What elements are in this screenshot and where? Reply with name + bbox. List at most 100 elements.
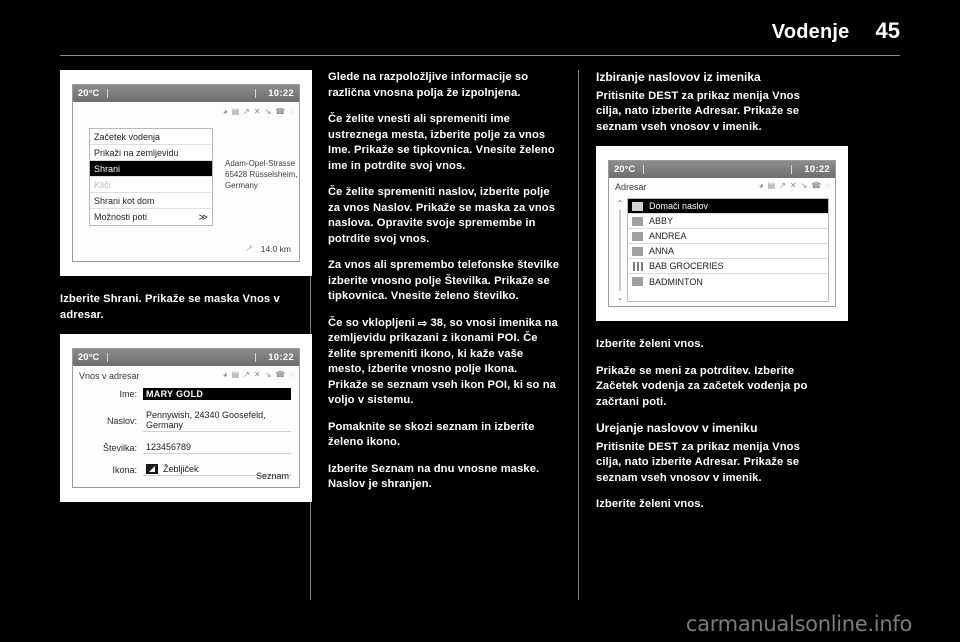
cassette-icon: ▤ (231, 370, 240, 379)
poi-pin-icon (146, 464, 158, 474)
list-item[interactable]: Domači naslov (628, 199, 828, 214)
status-temperature: 20°C (78, 352, 100, 363)
page-number: 45 (875, 18, 900, 43)
contact-icon (632, 246, 643, 256)
input-address[interactable]: Pennywish, 24340 Goosefeld, Germany (143, 409, 291, 432)
scroll-track[interactable] (619, 210, 621, 291)
scrollbar[interactable]: ⌃ ⌄ (613, 198, 627, 302)
list-item[interactable]: BAB GROCERIES (628, 259, 828, 274)
list-item-label: ANNA (649, 246, 675, 256)
list-item[interactable]: ABBY (628, 214, 828, 229)
right-column: Izbiranje naslovov iz imenika Pritisnite… (596, 70, 848, 600)
figure-address-book: 20°C 10:22 Adresar ◕ ▤ ↗ ✕ ↘ ☎ ◌ ⌃ ⌄ Dom… (596, 146, 848, 321)
address-line-1: Adam-Opel-Strasse (225, 159, 296, 168)
scroll-down-icon[interactable]: ⌄ (617, 293, 624, 302)
mute-icon: ↘ (264, 107, 272, 116)
middle-paragraph-2: Če želite vnesti ali spremeniti ime ustr… (328, 113, 555, 172)
destination-menu-list[interactable]: Začetek vodenja Prikaži na zemljevidu Sh… (89, 128, 213, 226)
infotainment-screen-1: 20°C 10:22 ◕ ▤ ↗ ✕ ↘ ☎ ◌ Začetek vodenja… (72, 84, 300, 262)
label-address: Naslov: (106, 415, 137, 426)
distance-readout: ↗ 14.0 km (245, 243, 291, 254)
middle-paragraph-7: Izberite Seznam na dnu vnosne maske. Nas… (328, 462, 540, 491)
menu-item-label: Shrani (94, 163, 121, 174)
list-item-label: ABBY (649, 216, 674, 226)
form-row-number: Številka: 123456789 (81, 441, 291, 454)
cassette-icon: ▤ (767, 181, 776, 190)
status-icon-row-2: ◕ ▤ ↗ ✕ ↘ ☎ ◌ (223, 371, 294, 379)
status-time: 10:22 (268, 352, 294, 363)
shuffle-icon: ✕ (253, 107, 261, 116)
screen-body-3: Adresar ◕ ▤ ↗ ✕ ↘ ☎ ◌ ⌃ ⌄ Domači naslov … (609, 178, 835, 306)
header-divider (60, 55, 900, 56)
site-watermark: carmanualsonline.info (685, 612, 912, 636)
battery-icon: ◌ (825, 181, 830, 190)
list-item-label: BAB GROCERIES (649, 261, 724, 271)
menu-item-route-options[interactable]: Možnosti poti ≫ (90, 209, 212, 225)
figure-address-entry: 20°C 10:22 Vnos v adresar ◕ ▤ ↗ ✕ ↘ ☎ ◌ … (60, 334, 312, 502)
p5-reference: 38 (430, 316, 444, 329)
status-icon-row-1: ◕ ▤ ↗ ✕ ↘ ☎ ◌ (223, 108, 294, 116)
status-bar: 20°C 10:22 (73, 85, 299, 102)
list-item[interactable]: BADMINTON (628, 274, 828, 289)
scroll-up-icon[interactable]: ⌃ (617, 199, 624, 208)
contact-icon (632, 277, 643, 286)
right-paragraph-1: Pritisnite DEST za prikaz menija Vnos ci… (596, 89, 800, 133)
wifi-icon: ◕ (758, 181, 764, 190)
figure-destination-menu: 20°C 10:22 ◕ ▤ ↗ ✕ ↘ ☎ ◌ Začetek vodenja… (60, 70, 312, 276)
contact-icon (632, 231, 643, 241)
menu-item-label: Začetek vodenja (94, 131, 161, 142)
content-columns: 20°C 10:22 ◕ ▤ ↗ ✕ ↘ ☎ ◌ Začetek vodenja… (60, 70, 900, 600)
list-item[interactable]: ANDREA (628, 229, 828, 244)
status-separator-right (255, 89, 257, 98)
status-icon-row-3: ◕ ▤ ↗ ✕ ↘ ☎ ◌ (759, 182, 830, 190)
status-time: 10:22 (268, 88, 294, 99)
contact-icon (632, 216, 643, 226)
menu-item-start-guidance[interactable]: Začetek vodenja (90, 129, 212, 145)
right-paragraph-3: Prikaže se meni za potrditev. Izberite Z… (596, 364, 808, 408)
left-column: 20°C 10:22 ◕ ▤ ↗ ✕ ↘ ☎ ◌ Začetek vodenja… (60, 70, 312, 600)
menu-item-call: Kliči (90, 177, 212, 193)
route-icon: ↗ (245, 243, 253, 253)
list-item[interactable]: ANNA (628, 244, 828, 259)
list-button[interactable]: Seznam (256, 471, 289, 481)
address-book-container: ⌃ ⌄ Domači naslov ABBY ANDREA ANNA BAB G… (609, 198, 835, 302)
destination-address: Adam-Opel-Strasse 65428 Rüsselsheim, Ger… (225, 158, 299, 191)
screen-title-address-book: Adresar (615, 182, 647, 192)
shuffle-icon: ✕ (789, 181, 797, 190)
menu-item-save[interactable]: Shrani (90, 161, 212, 177)
menu-item-save-as-home[interactable]: Shrani kot dom (90, 193, 212, 209)
middle-paragraph-3: Če želite spremeniti naslov, izberite po… (328, 186, 556, 245)
menu-item-show-on-map[interactable]: Prikaži na zemljevidu (90, 145, 212, 161)
list-item-label: ANDREA (649, 231, 687, 241)
input-number[interactable]: 123456789 (143, 441, 291, 454)
mute-icon: ↘ (800, 181, 808, 190)
right-heading-1: Izbiranje naslovov iz imenika (596, 70, 761, 84)
cassette-icon: ▤ (231, 107, 240, 116)
address-book-list[interactable]: Domači naslov ABBY ANDREA ANNA BAB GROCE… (627, 198, 829, 302)
p5-before: Če so vklopljeni (328, 316, 418, 329)
signal-icon: ↗ (779, 181, 786, 190)
middle-paragraph-1: Glede na razpoložljive informacije so ra… (328, 71, 529, 99)
signal-icon: ↗ (243, 107, 250, 116)
status-temperature: 20°C (78, 88, 100, 99)
business-icon (632, 261, 643, 271)
menu-item-label: Shrani kot dom (94, 195, 155, 206)
label-icon: Ikona: (112, 464, 137, 475)
signal-icon: ↗ (243, 370, 250, 379)
phone-icon: ☎ (275, 107, 286, 116)
status-separator-left (643, 165, 645, 174)
battery-icon: ◌ (289, 107, 294, 116)
screen-body-2: Vnos v adresar ◕ ▤ ↗ ✕ ↘ ☎ ◌ Ime: MARY G… (73, 366, 299, 487)
distance-value: 14.0 km (260, 243, 291, 254)
status-bar: 20°C 10:22 (609, 161, 835, 178)
screen-body-1: ◕ ▤ ↗ ✕ ↘ ☎ ◌ Začetek vodenja Prikaži na… (73, 102, 299, 261)
list-item-label: BADMINTON (649, 276, 703, 287)
infotainment-screen-3: 20°C 10:22 Adresar ◕ ▤ ↗ ✕ ↘ ☎ ◌ ⌃ ⌄ Dom… (608, 160, 836, 307)
input-name[interactable]: MARY GOLD (143, 388, 291, 400)
middle-paragraph-6: Pomaknite se skozi seznam in izberite že… (328, 420, 535, 449)
icon-value-label: Žebljiček (163, 464, 199, 474)
wifi-icon: ◕ (222, 370, 228, 379)
label-name: Ime: (119, 389, 137, 399)
status-separator-left (107, 353, 109, 362)
address-line-2: 65428 Rüsselsheim, Germany (225, 170, 298, 190)
